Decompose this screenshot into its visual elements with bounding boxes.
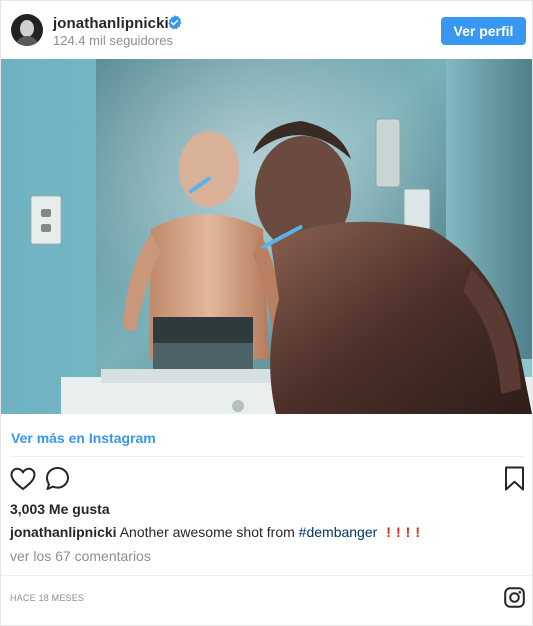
heart-icon[interactable]	[10, 467, 36, 491]
red-exclamation-mark-emoji: !	[395, 524, 401, 540]
post-header: jonathanlipnicki 124.4 mil seguidores Ve…	[1, 1, 532, 59]
exclamation-emojis: !!!!	[381, 524, 420, 540]
view-profile-button[interactable]: Ver perfil	[441, 17, 526, 45]
post-photo[interactable]	[1, 59, 532, 414]
instagram-icon[interactable]	[504, 587, 525, 608]
comment-bubble-icon[interactable]	[45, 466, 70, 491]
view-more-on-instagram-link[interactable]: Ver más en Instagram	[11, 430, 156, 446]
divider	[1, 575, 532, 576]
view-comments-link[interactable]: ver los 67 comentarios	[10, 548, 151, 564]
follower-count: 124.4 mil seguidores	[53, 33, 173, 48]
red-exclamation-mark-emoji: !	[386, 524, 391, 540]
red-exclamation-mark-emoji: !	[415, 524, 420, 540]
post-timestamp: HACE 18 MESES	[10, 593, 85, 603]
username[interactable]: jonathanlipnicki	[53, 15, 169, 32]
red-exclamation-mark-emoji: !	[405, 524, 411, 540]
bookmark-icon[interactable]	[504, 466, 525, 491]
divider	[11, 456, 524, 457]
caption-username[interactable]: jonathanlipnicki	[10, 524, 117, 540]
hashtag-link[interactable]: #dembanger	[299, 524, 378, 540]
avatar[interactable]	[11, 14, 43, 46]
verified-badge-icon	[168, 15, 182, 30]
caption: jonathanlipnicki Another awesome shot fr…	[10, 524, 420, 540]
like-count[interactable]: 3,003 Me gusta	[10, 501, 110, 517]
instagram-embed-card: jonathanlipnicki 124.4 mil seguidores Ve…	[0, 0, 533, 626]
caption-text: Another awesome shot from	[116, 524, 299, 540]
